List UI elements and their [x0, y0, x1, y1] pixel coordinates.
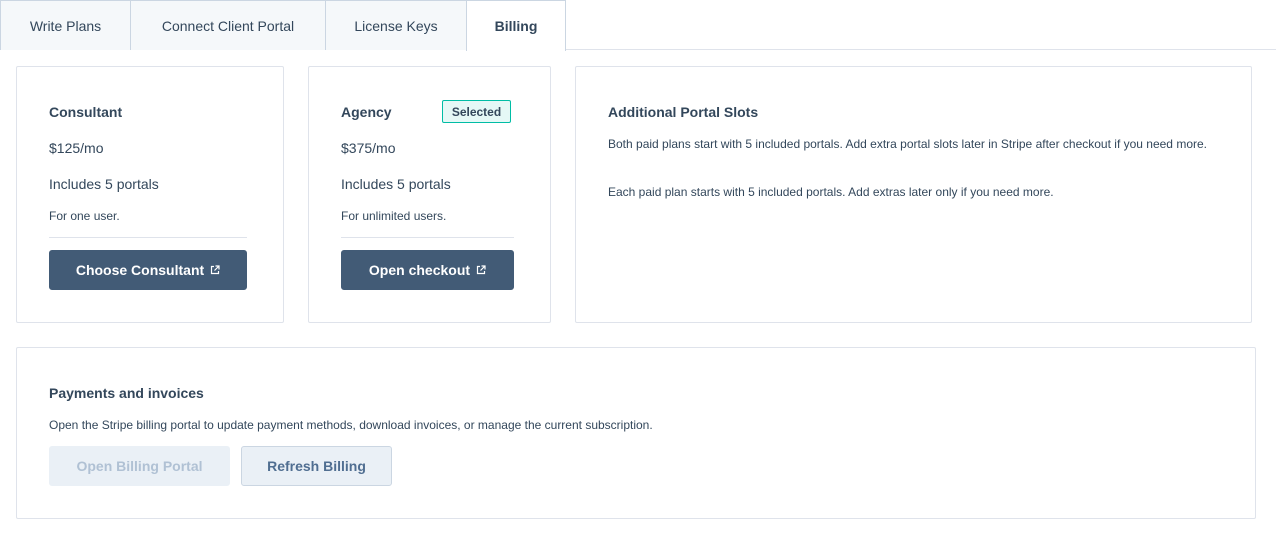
consultant-title: Consultant: [49, 104, 123, 120]
agency-divider: [341, 237, 514, 238]
portal-slots-paragraph-1: Both paid plans start with 5 included po…: [608, 137, 1207, 151]
choose-consultant-button[interactable]: Choose Consultant: [49, 250, 247, 290]
payments-description: Open the Stripe billing portal to update…: [49, 418, 653, 432]
agency-plan-card: Agency Selected $375/mo Includes 5 porta…: [308, 66, 551, 323]
tab-bar: Write Plans Connect Client Portal Licens…: [0, 0, 1276, 51]
agency-title: Agency: [341, 104, 392, 120]
payments-card: Payments and invoices Open the Stripe bi…: [16, 347, 1256, 519]
selected-badge: Selected: [442, 100, 511, 123]
consultant-price: $125/mo: [49, 140, 104, 156]
refresh-billing-button[interactable]: Refresh Billing: [241, 446, 392, 486]
open-checkout-button[interactable]: Open checkout: [341, 250, 514, 290]
portal-slots-paragraph-2: Each paid plan starts with 5 included po…: [608, 185, 1054, 199]
consultant-users: For one user.: [49, 209, 120, 223]
agency-users: For unlimited users.: [341, 209, 447, 223]
open-checkout-label: Open checkout: [368, 262, 471, 278]
consultant-portals: Includes 5 portals: [49, 176, 159, 192]
tab-billing[interactable]: Billing: [466, 0, 566, 51]
payments-title: Payments and invoices: [49, 385, 204, 401]
tab-license-keys[interactable]: License Keys: [325, 0, 467, 50]
tab-connect-client-portal[interactable]: Connect Client Portal: [130, 0, 326, 50]
open-billing-portal-button[interactable]: Open Billing Portal: [49, 446, 230, 486]
agency-price: $375/mo: [341, 140, 396, 156]
portal-slots-title: Additional Portal Slots: [608, 104, 759, 120]
external-link-icon: [211, 265, 220, 275]
portal-slots-card: Additional Portal Slots Both paid plans …: [575, 66, 1252, 323]
tab-write-plans[interactable]: Write Plans: [0, 0, 131, 50]
consultant-plan-card: Consultant $125/mo Includes 5 portals Fo…: [16, 66, 284, 323]
choose-consultant-label: Choose Consultant: [75, 262, 205, 278]
external-link-icon: [476, 265, 486, 275]
agency-portals: Includes 5 portals: [341, 176, 451, 192]
consultant-divider: [49, 237, 247, 238]
